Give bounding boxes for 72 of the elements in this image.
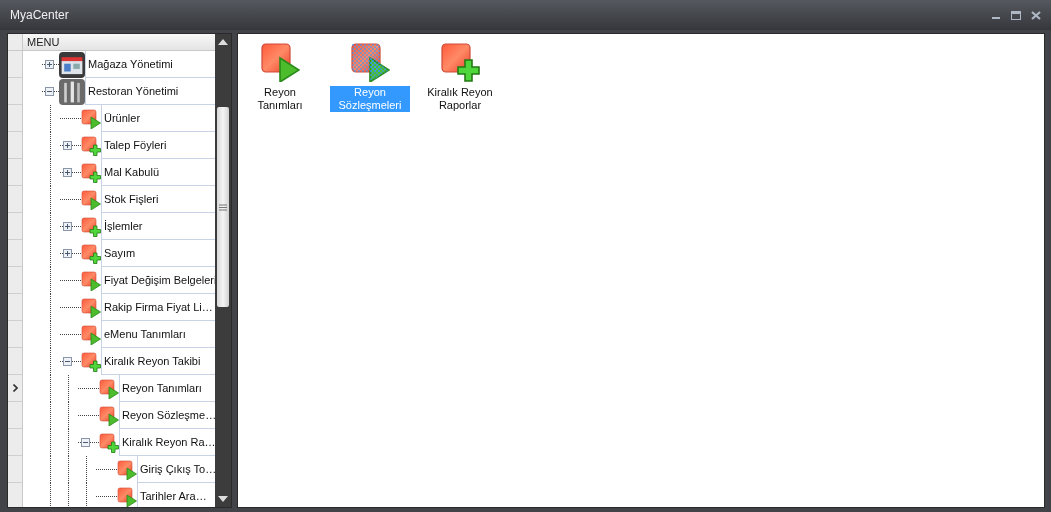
row-header-cell[interactable] — [8, 267, 23, 294]
menu-item[interactable]: Reyon Tanımları — [122, 379, 202, 397]
menu-item[interactable]: Mal Kabulü — [104, 163, 160, 181]
row-header-cell[interactable] — [8, 429, 23, 456]
menu-item[interactable]: Tarihler Ara… — [140, 487, 207, 505]
window-title: MyaCenter — [10, 7, 69, 24]
row-header-cell[interactable] — [8, 132, 23, 159]
expand-icon[interactable] — [63, 222, 72, 231]
row-header-cell[interactable] — [8, 294, 23, 321]
row-header-cell[interactable] — [8, 348, 23, 375]
close-button[interactable] — [1031, 10, 1041, 20]
expand-icon[interactable] — [63, 249, 72, 258]
menu-item[interactable]: eMenu Tanımları — [104, 325, 186, 343]
play-icon — [81, 189, 101, 210]
menu-item[interactable]: Giriş Çıkış To… — [140, 460, 215, 478]
cutlery-icon — [59, 78, 85, 105]
row-header-cell[interactable] — [8, 456, 23, 483]
collapse-icon[interactable] — [81, 438, 90, 447]
menu-item[interactable]: Mağaza Yönetimi — [88, 55, 173, 73]
collapse-icon[interactable] — [63, 357, 72, 366]
row-header-cell[interactable] — [8, 240, 23, 267]
expand-icon[interactable] — [45, 60, 54, 69]
row-header-cell[interactable] — [8, 78, 23, 105]
play-icon — [81, 324, 101, 345]
scroll-down-icon[interactable] — [218, 496, 228, 502]
expand-icon[interactable] — [63, 168, 72, 177]
play-icon[interactable] — [350, 42, 390, 82]
add-icon — [81, 243, 101, 264]
shop-icon — [59, 51, 85, 78]
menu-item[interactable]: Reyon Sözleşme… — [122, 406, 215, 424]
menu-item[interactable]: Kiralık Reyon Takibi — [104, 352, 201, 370]
row-header-cell[interactable] — [8, 159, 23, 186]
maximize-button[interactable] — [1011, 10, 1021, 20]
menu-item[interactable]: Stok Fişleri — [104, 190, 159, 208]
scroll-up-icon[interactable] — [218, 39, 228, 45]
column-header: MENU — [26, 35, 60, 50]
row-header-cell[interactable] — [8, 375, 23, 402]
row-header-cell[interactable] — [8, 483, 23, 507]
menu-item[interactable]: Sayım — [104, 244, 136, 262]
play-icon — [99, 378, 119, 399]
shortcut-label[interactable]: Reyon Tanımları — [240, 86, 320, 112]
play-icon — [81, 270, 101, 291]
row-header-cell[interactable] — [8, 213, 23, 240]
collapse-icon[interactable] — [45, 87, 54, 96]
row-header-cell[interactable] — [8, 51, 23, 78]
add-icon — [81, 162, 101, 183]
add-icon — [99, 432, 119, 453]
menu-item[interactable]: Rakip Firma Fiyat Li… — [104, 298, 213, 316]
row-header-cell[interactable] — [8, 186, 23, 213]
row-header-cell[interactable] — [8, 321, 23, 348]
add-icon[interactable] — [440, 42, 480, 82]
play-icon — [81, 108, 101, 129]
row-indicator-icon — [12, 384, 18, 392]
play-icon[interactable] — [260, 42, 300, 82]
menu-item[interactable]: İşlemler — [104, 217, 143, 235]
add-icon — [81, 135, 101, 156]
menu-item[interactable]: Talep Föyleri — [104, 136, 167, 154]
row-header-cell[interactable] — [8, 105, 23, 132]
play-icon — [117, 486, 137, 507]
shortcut-label[interactable]: Kiralık Reyon Raporlar — [420, 86, 500, 112]
menu-item[interactable]: Fiyat Değişim Belgeleri — [104, 271, 215, 289]
play-icon — [117, 459, 137, 480]
menu-item[interactable]: Restoran Yönetimi — [88, 82, 179, 100]
row-header-cell[interactable] — [8, 402, 23, 429]
play-icon — [81, 297, 101, 318]
menu-item[interactable]: Kiralık Reyon Ra… — [122, 433, 215, 451]
add-icon — [81, 351, 101, 372]
expand-icon[interactable] — [63, 141, 72, 150]
menu-item[interactable]: Ürünler — [104, 109, 141, 127]
play-icon — [99, 405, 119, 426]
add-icon — [81, 216, 101, 237]
scrollbar-thumb[interactable] — [217, 107, 229, 307]
